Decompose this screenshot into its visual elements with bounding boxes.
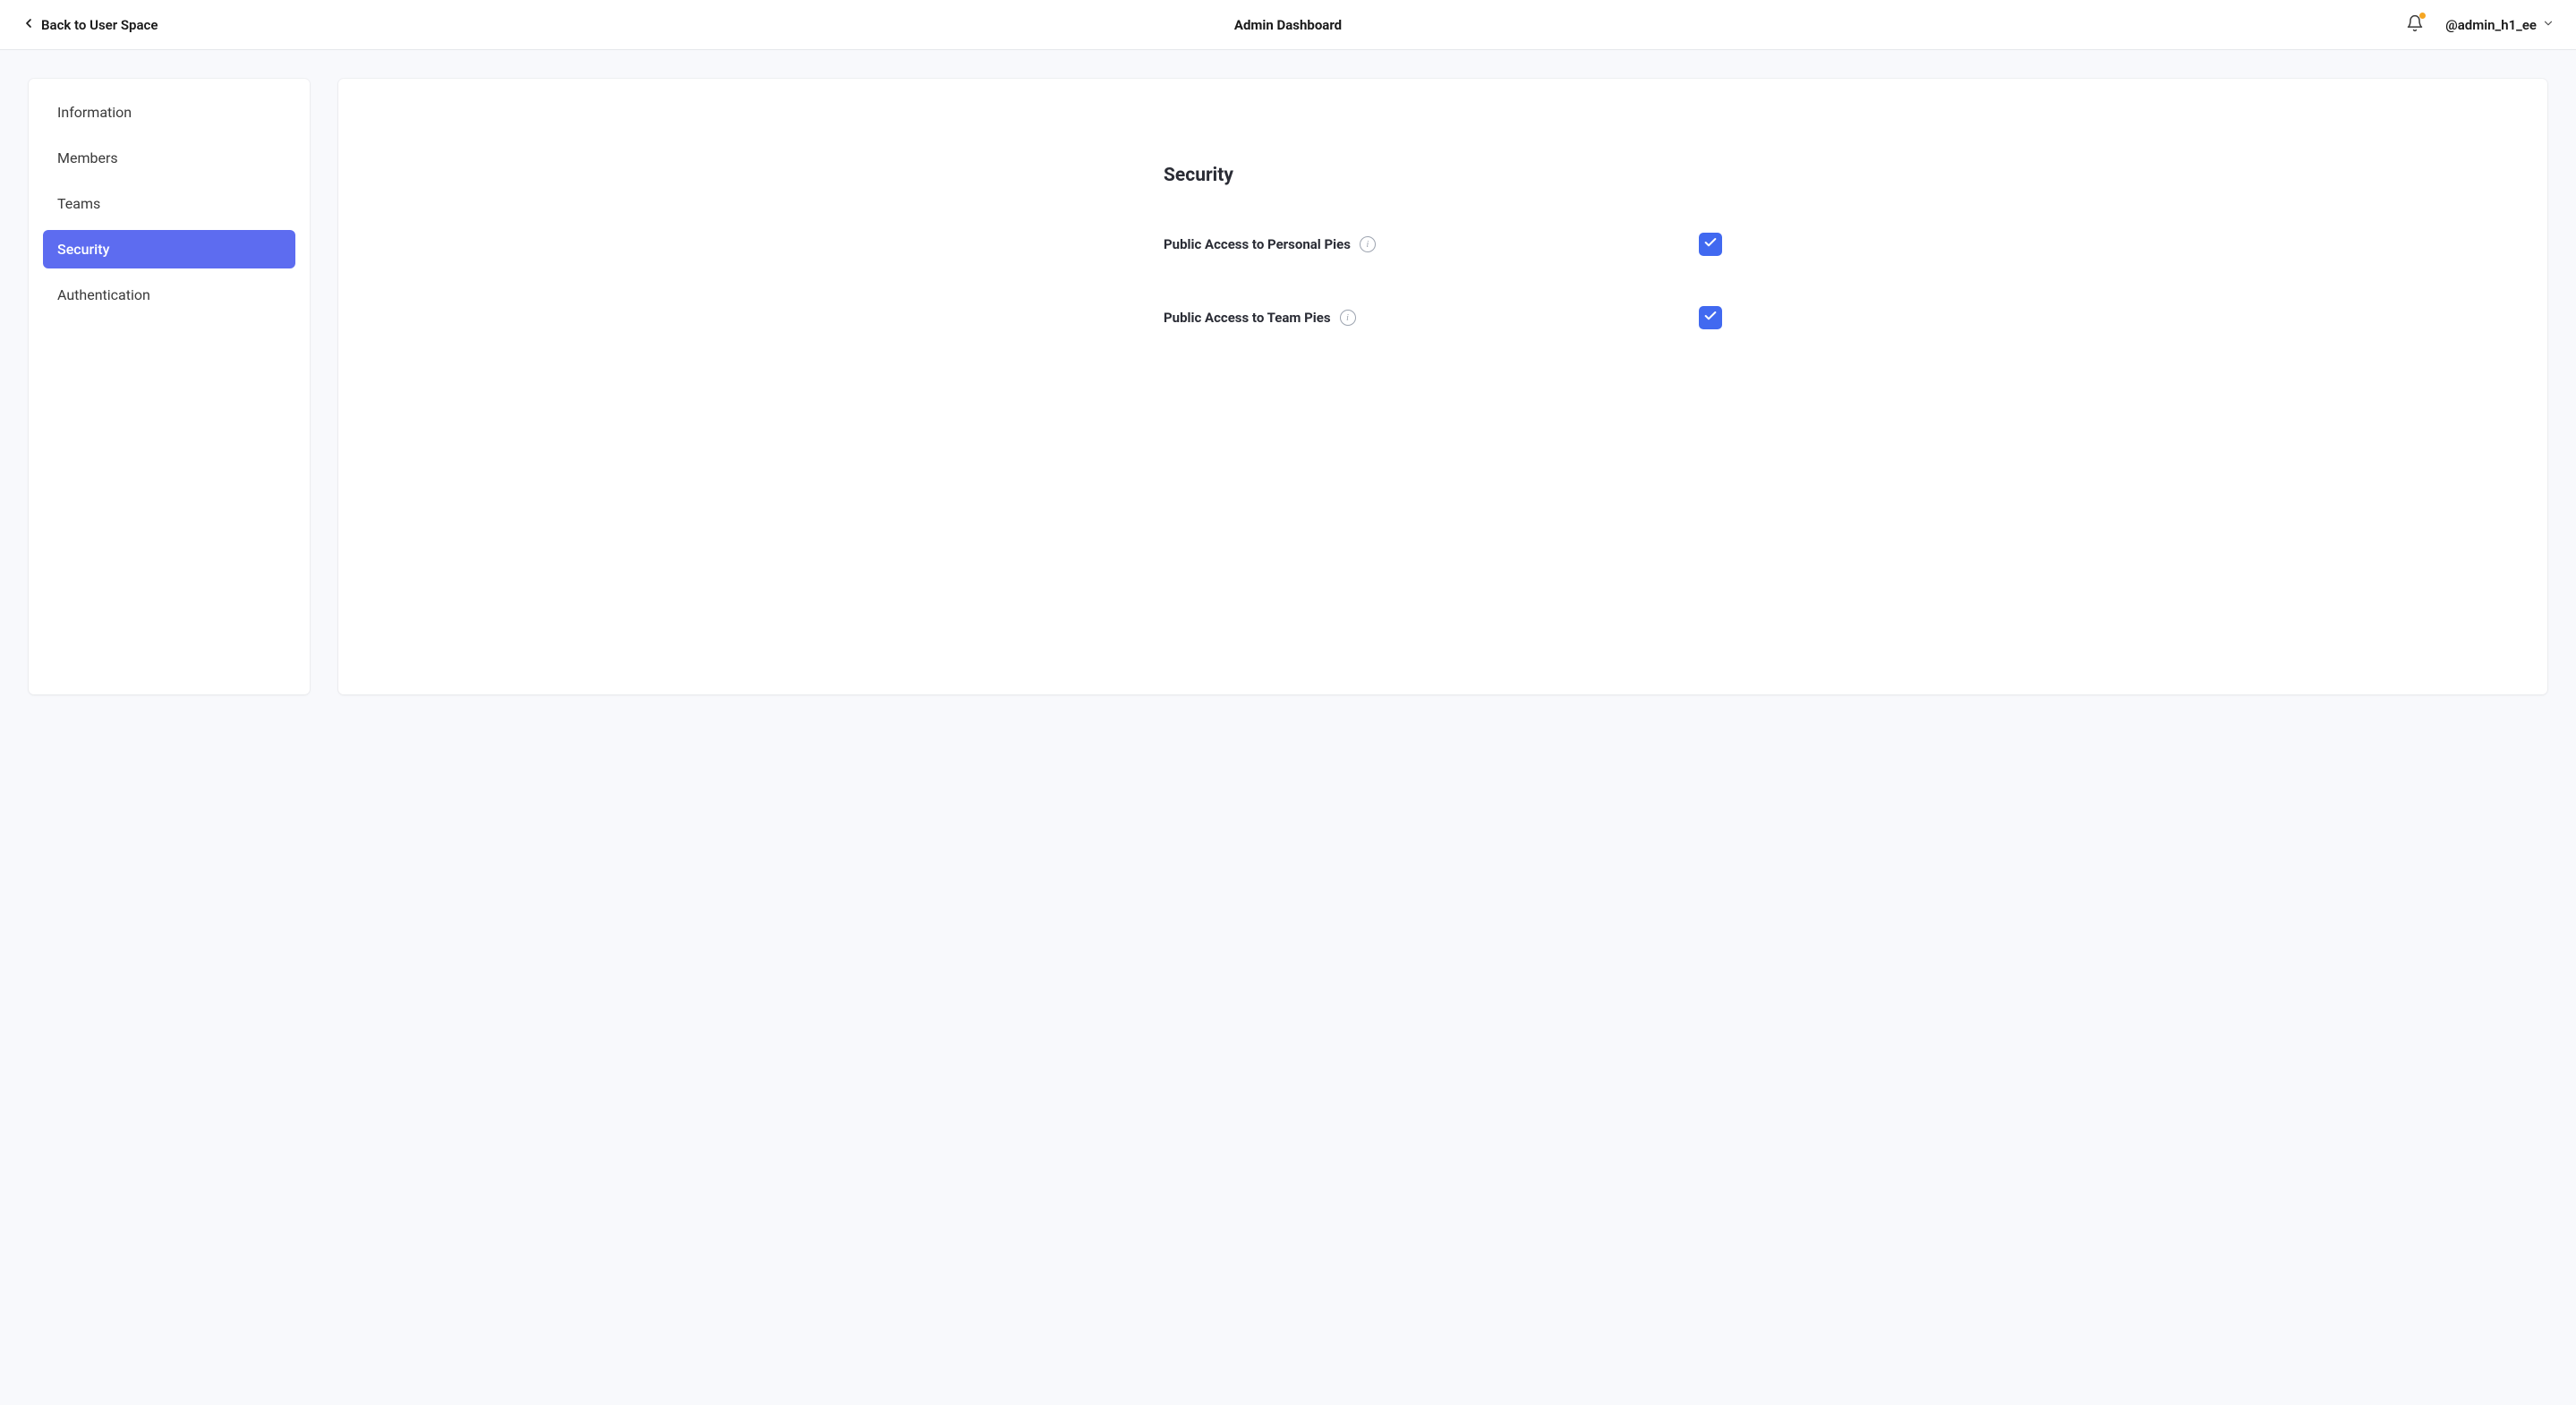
sidebar-item-label: Members — [57, 149, 118, 166]
sidebar-item-label: Information — [57, 104, 132, 121]
sidebar-item-label: Teams — [57, 195, 100, 212]
setting-label: Public Access to Personal Pies — [1164, 236, 1351, 252]
page-title: Admin Dashboard — [1234, 17, 1342, 33]
sidebar-item-security[interactable]: Security — [43, 230, 295, 268]
info-icon[interactable]: i — [1360, 236, 1376, 252]
chevron-down-icon — [2542, 17, 2555, 33]
setting-row-team-pies: Public Access to Team Pies i — [1164, 306, 1722, 329]
user-handle: @admin_h1_ee — [2445, 17, 2537, 33]
back-link-label: Back to User Space — [41, 17, 158, 33]
checkmark-icon — [1703, 309, 1718, 327]
sidebar-item-authentication[interactable]: Authentication — [43, 276, 295, 314]
info-icon[interactable]: i — [1340, 310, 1356, 326]
checkbox-personal-pies[interactable] — [1699, 233, 1722, 256]
section-title: Security — [1164, 165, 1722, 186]
sidebar-item-teams[interactable]: Teams — [43, 184, 295, 223]
setting-row-personal-pies: Public Access to Personal Pies i — [1164, 233, 1722, 256]
notification-dot-icon — [2419, 13, 2426, 19]
checkbox-team-pies[interactable] — [1699, 306, 1722, 329]
chevron-left-icon — [21, 16, 36, 34]
content-inner: Security Public Access to Personal Pies … — [1146, 165, 1740, 329]
content-panel: Security Public Access to Personal Pies … — [338, 79, 2547, 694]
topbar-right: @admin_h1_ee — [2406, 14, 2555, 36]
page-body: Information Members Teams Security Authe… — [0, 50, 2576, 723]
setting-label-wrap: Public Access to Personal Pies i — [1164, 236, 1376, 252]
sidebar-item-label: Authentication — [57, 286, 150, 303]
back-to-user-space-link[interactable]: Back to User Space — [21, 16, 158, 34]
setting-label-wrap: Public Access to Team Pies i — [1164, 310, 1356, 326]
sidebar: Information Members Teams Security Authe… — [29, 79, 310, 694]
user-menu[interactable]: @admin_h1_ee — [2445, 17, 2555, 33]
sidebar-item-members[interactable]: Members — [43, 139, 295, 177]
notifications-button[interactable] — [2406, 14, 2424, 36]
checkmark-icon — [1703, 235, 1718, 253]
sidebar-item-information[interactable]: Information — [43, 93, 295, 132]
setting-label: Public Access to Team Pies — [1164, 310, 1331, 326]
topbar: Back to User Space Admin Dashboard @admi… — [0, 0, 2576, 50]
sidebar-item-label: Security — [57, 241, 109, 258]
